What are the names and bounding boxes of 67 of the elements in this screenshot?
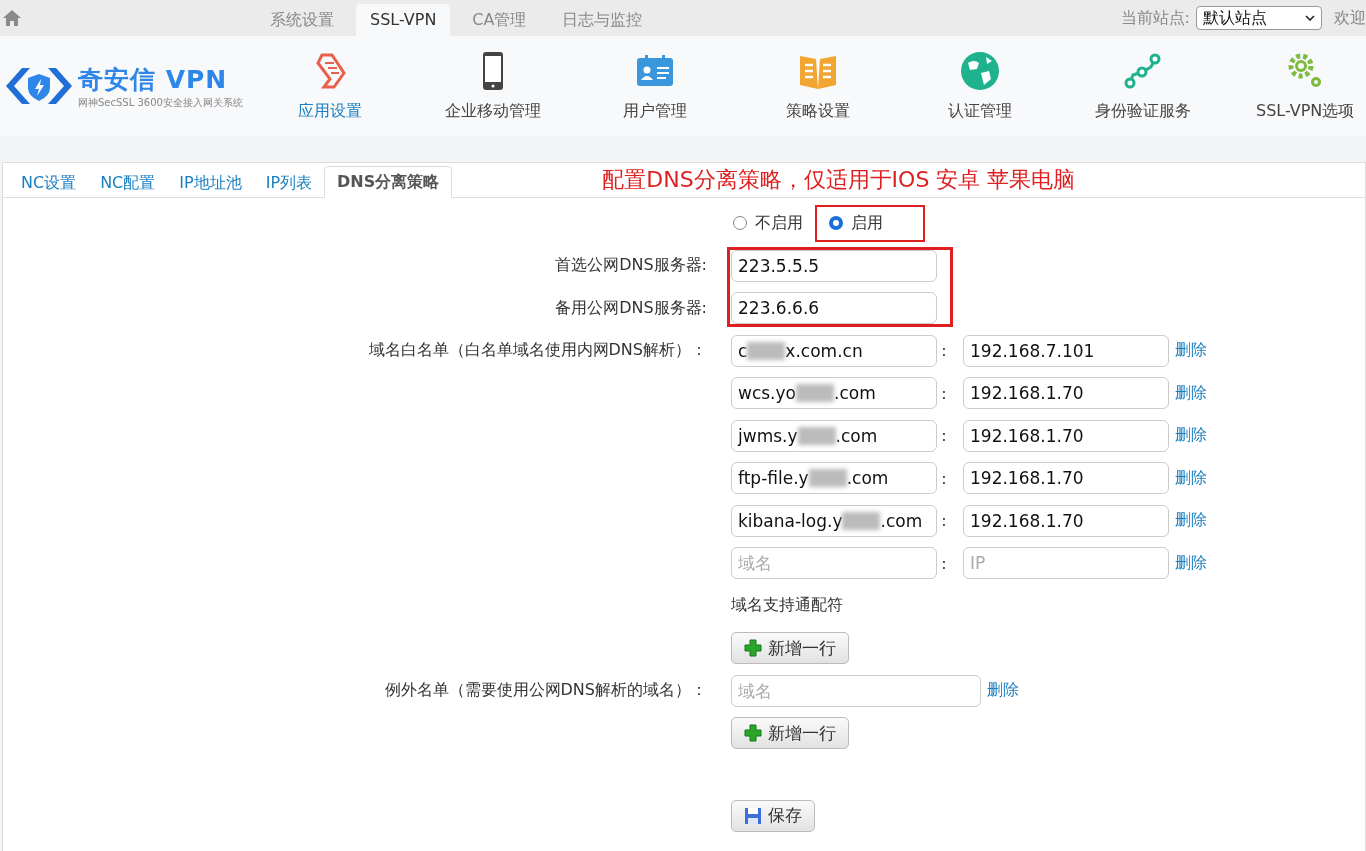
redaction-mask — [747, 341, 786, 360]
sub-tab[interactable]: DNS分离策略 — [324, 166, 453, 198]
nav-item[interactable]: 身份验证服务 — [1061, 50, 1224, 122]
input-field[interactable]: 223.6.6.6 — [731, 292, 937, 325]
input-field[interactable]: 192.168.1.70 — [963, 419, 1169, 452]
home-icon[interactable] — [2, 8, 22, 28]
delete-link[interactable]: 删除 — [1175, 340, 1207, 362]
delete-link[interactable]: 删除 — [987, 680, 1019, 702]
redaction-mask — [796, 384, 834, 403]
delete-link[interactable]: 删除 — [1175, 510, 1207, 532]
delete-link[interactable]: 删除 — [1175, 552, 1207, 574]
add-row-button[interactable]: 新增一行 — [731, 717, 849, 750]
delete-link[interactable]: 删除 — [1175, 467, 1207, 489]
colon: : — [940, 511, 948, 531]
hint-text: 域名支持通配符 — [731, 595, 843, 617]
radio-option[interactable]: 启用 — [829, 212, 883, 234]
field-label: 备用公网DNS服务器: — [554, 297, 708, 319]
top-tab[interactable]: SSL-VPN — [356, 4, 451, 36]
nav-item[interactable]: 企业移动管理 — [411, 50, 574, 122]
colon: : — [940, 553, 948, 573]
delete-link[interactable]: 删除 — [1175, 425, 1207, 447]
caret-icon — [1305, 15, 1315, 21]
input-field[interactable]: wcs.yo .com — [731, 377, 937, 410]
input-field[interactable]: jwms.y .com — [731, 419, 937, 452]
nav-item[interactable]: 认证管理 — [898, 50, 1062, 122]
input-field[interactable]: 192.168.1.70 — [963, 377, 1169, 410]
welcome-text: 欢迎 — [1334, 7, 1366, 29]
save-button[interactable]: 保存 — [731, 799, 815, 832]
nav-item[interactable]: 用户管理 — [573, 50, 737, 122]
input-field[interactable]: ftp-file.y .com — [731, 462, 937, 495]
plus-icon — [744, 639, 762, 658]
sub-tab[interactable]: IP地址池 — [167, 168, 254, 198]
input-field[interactable]: kibana-log.y .com — [731, 504, 937, 537]
annotation-text: 配置DNS分离策略，仅适用于IOS 安卓 苹果电脑 — [602, 166, 1076, 194]
nav-item[interactable]: 应用设置 — [248, 50, 412, 122]
nav-item[interactable]: 策略设置 — [736, 50, 899, 122]
colon: : — [940, 468, 948, 488]
redaction-mask — [842, 511, 881, 530]
sub-tab[interactable]: NC设置 — [9, 168, 89, 198]
nav-item[interactable]: SSL-VPN选项 — [1223, 50, 1366, 122]
sub-tab[interactable]: IP列表 — [253, 168, 325, 198]
field-label: 例外名单（需要使用公网DNS解析的域名）： — [383, 680, 708, 702]
radio-option[interactable]: 不启用 — [733, 212, 803, 234]
redaction-mask — [808, 469, 847, 488]
input-field[interactable]: 223.5.5.5 — [731, 249, 937, 282]
colon: : — [940, 341, 948, 361]
logo-title: 奇安信 VPN — [78, 63, 229, 96]
delete-link[interactable]: 删除 — [1175, 382, 1207, 404]
sub-tab[interactable]: NC配置 — [88, 168, 168, 198]
input-field[interactable]: IP — [963, 547, 1169, 580]
plus-icon — [744, 724, 762, 743]
input-field[interactable]: 192.168.1.70 — [963, 504, 1169, 537]
site-label: 当前站点: — [1120, 7, 1190, 29]
redaction-mask — [797, 426, 836, 445]
globe-icon — [960, 50, 1001, 91]
input-field[interactable]: 192.168.1.70 — [963, 462, 1169, 495]
input-field[interactable]: 域名 — [731, 547, 937, 580]
input-field[interactable]: 192.168.7.101 — [963, 334, 1169, 367]
field-label: 首选公网DNS服务器: — [554, 255, 708, 277]
site-select[interactable]: 默认站点 — [1196, 6, 1322, 30]
colon: : — [940, 383, 948, 403]
input-field[interactable]: 域名 — [731, 674, 981, 707]
input-field[interactable]: c x.com.cn — [731, 334, 937, 367]
field-label: 域名白名单（白名单域名使用内网DNS解析）： — [367, 340, 708, 362]
logo-subtitle: 网神SecSSL 3600安全接入网关系统 — [78, 95, 243, 110]
add-row-button[interactable]: 新增一行 — [731, 632, 849, 665]
colon: : — [940, 426, 948, 446]
